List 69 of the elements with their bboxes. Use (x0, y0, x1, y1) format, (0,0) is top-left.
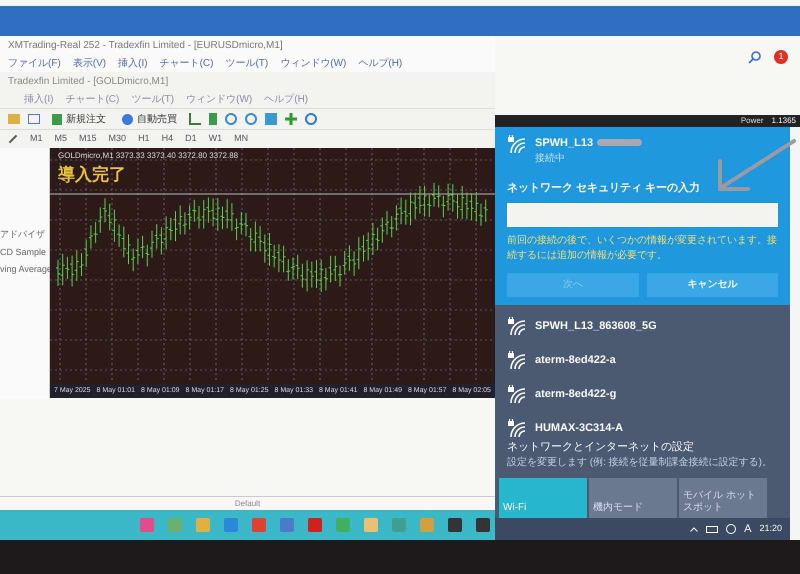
chart-header: GOLDmicro,M1 3373.33 3373.40 3372.80 3372.88 (57, 150, 240, 162)
timeframe-button[interactable]: H1 (138, 132, 150, 146)
app-icon[interactable] (364, 518, 378, 532)
app-icon[interactable] (140, 518, 154, 532)
clock-text[interactable]: 21:20 (759, 522, 782, 536)
network-list-item[interactable]: aterm-8ed422-g (507, 384, 778, 404)
connection-status: 接続中 (535, 152, 566, 166)
chart-overlay-text: 導入完了 (57, 164, 127, 186)
quick-action-tile[interactable]: モバイル ホットスポット (679, 478, 767, 518)
status-text: Default (234, 498, 260, 510)
network-list-item[interactable]: HUMAX-3C314-A (507, 418, 778, 438)
timeframe-button[interactable]: MN (234, 132, 248, 146)
timeframe-button[interactable]: M15 (79, 132, 97, 146)
window-title: Tradexfin Limited - [GOLDmicro,M1] (7, 74, 170, 88)
info-message: 前回の接続の後で、いくつかの情報が変更されています。接続するには追加の情報が必要です。 (507, 234, 778, 262)
toolbar-button[interactable]: 新規注文 (48, 112, 110, 126)
menu-item[interactable]: 表示(V) (72, 56, 106, 70)
menu-item[interactable]: 挿入(I) (24, 92, 54, 106)
app-icon[interactable] (336, 518, 350, 532)
app-icon[interactable] (168, 518, 182, 532)
timeframe-button[interactable]: M1 (30, 132, 43, 146)
timeframe-button[interactable]: H4 (162, 132, 174, 146)
app-icon[interactable] (252, 518, 266, 532)
price-text: 1.1365 (772, 114, 796, 126)
menu-item[interactable]: 挿入(I) (118, 56, 148, 70)
menu-item[interactable]: ファイル(F) (8, 56, 61, 70)
wifi-signal-icon (507, 134, 527, 154)
app-icon[interactable] (196, 518, 210, 532)
notification-badge: 1 (774, 50, 788, 64)
menu-item[interactable]: ヘルプ(H) (264, 92, 308, 106)
app-icon[interactable] (448, 518, 462, 532)
menu-item[interactable]: チャート(C) (160, 56, 214, 70)
timeframe-button[interactable]: M5 (54, 132, 68, 146)
toolbar-button[interactable]: 自動売買 (118, 112, 181, 126)
quick-action-tile[interactable]: 機内モード (589, 478, 677, 518)
menu-item[interactable]: ウィンドウ(W) (280, 56, 346, 70)
security-key-field[interactable] (507, 202, 778, 226)
menu-item[interactable]: ツール(T) (225, 56, 268, 70)
app-icon[interactable] (280, 518, 294, 532)
window-title: XMTrading-Real 252 - Tradexfin Limited - [EURUSDmicro,M1] (0, 36, 495, 54)
redaction-scribble (597, 139, 642, 146)
navigator-item[interactable]: ving Average (0, 263, 49, 276)
navigator-item[interactable]: CD Sample (0, 246, 49, 259)
timeframe-button[interactable]: D1 (185, 132, 197, 146)
plus-icon[interactable] (285, 113, 297, 125)
field-label: ネットワーク セキュリティ キーの入力 (507, 180, 702, 196)
app-icon[interactable] (308, 518, 322, 532)
ime-indicator[interactable]: A (744, 520, 752, 538)
caret-icon[interactable] (690, 526, 698, 532)
navigator-item[interactable]: アドバイザ (0, 228, 49, 242)
network-list-item[interactable]: SPWH_L13_863608_5G (507, 316, 778, 336)
menu-item[interactable]: ツール(T) (131, 92, 174, 106)
app-icon[interactable] (224, 518, 238, 532)
timeframe-button[interactable]: M30 (108, 132, 126, 146)
network-list-item[interactable]: aterm-8ed422-a (507, 350, 778, 370)
window-icon[interactable] (28, 114, 40, 124)
settings-link[interactable]: ネットワークとインターネットの設定 (507, 438, 778, 455)
settings-description: 設定を変更します (例: 接続を従量制課金接続に設定する)。 (507, 456, 773, 470)
toolbar-label: Power (740, 114, 764, 126)
timeframe-button[interactable]: W1 (208, 132, 222, 146)
network-name: SPWH_L13 (535, 136, 594, 150)
pencil-icon[interactable] (8, 134, 18, 144)
search-icon[interactable] (748, 50, 762, 64)
app-icon[interactable] (476, 518, 490, 532)
app-icon[interactable] (392, 518, 406, 532)
menu-item[interactable]: チャート(C) (65, 92, 120, 106)
app-icon[interactable] (420, 518, 434, 532)
menu-item[interactable]: ヘルプ(H) (358, 56, 402, 70)
menu-item[interactable]: ウィンドウ(W) (186, 92, 252, 106)
